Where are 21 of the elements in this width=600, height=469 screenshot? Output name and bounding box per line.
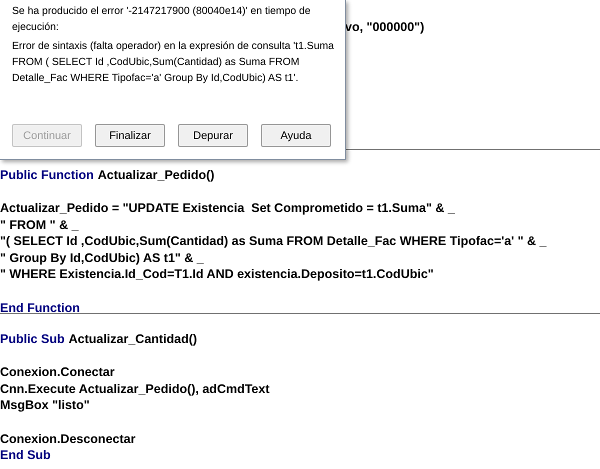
code-text: MsgBox "listo": [0, 397, 90, 414]
code-text: "( SELECT Id ,CodUbic,Sum(Cantidad) as Suma FROM Detalle_Fac WHERE Tipofac='a' " & _: [0, 233, 546, 250]
code-text: " FROM " & _: [0, 216, 79, 234]
code-text: Cnn.Execute Actualizar_Pedido(), adCmdText: [0, 380, 270, 398]
dialog-button[interactable]: Finalizar: [95, 124, 165, 147]
code-keyword: End Function: [0, 300, 80, 316]
code-text: " Group By Id,CodUbic) AS t1" & _: [0, 250, 204, 266]
code-keyword: Public Function: [0, 166, 94, 184]
code-text: Actualizar_Pedido = "UPDATE Existencia Set Comprometido = t1.Suma" & _: [0, 200, 455, 217]
code-text: " WHERE Existencia.Id_Cod=T1.Id AND existencia.Deposito=t1.CodUbic": [0, 266, 434, 283]
code-text: vo, "000000"): [345, 19, 424, 36]
code-text: Conexion.Desconectar: [0, 430, 136, 448]
error-detail: Error de sintaxis (falta operador) en la expresión de consulta 't1.Suma FROM ( SELECT Id ,CodUbic,Sum(Cantidad) as Suma FROM Detalle_Fac WHERE Tipofac='a' Group By Id,CodUbic) AS t1'.: [12, 40, 335, 86]
code-keyword: End Sub: [0, 447, 51, 464]
error-message: Se ha producido el error '-2147217900 (80040e14)' en tiempo de ejecución:: [12, 5, 312, 35]
code-text: Conexion.Conectar: [0, 364, 115, 381]
dialog-button[interactable]: Ayuda: [261, 124, 331, 147]
code-text: Actualizar_Cantidad(): [68, 331, 198, 348]
dialog-button[interactable]: Depurar: [178, 124, 248, 147]
code-text: Actualizar_Pedido(): [98, 166, 214, 184]
code-keyword: Public Sub: [0, 331, 65, 348]
